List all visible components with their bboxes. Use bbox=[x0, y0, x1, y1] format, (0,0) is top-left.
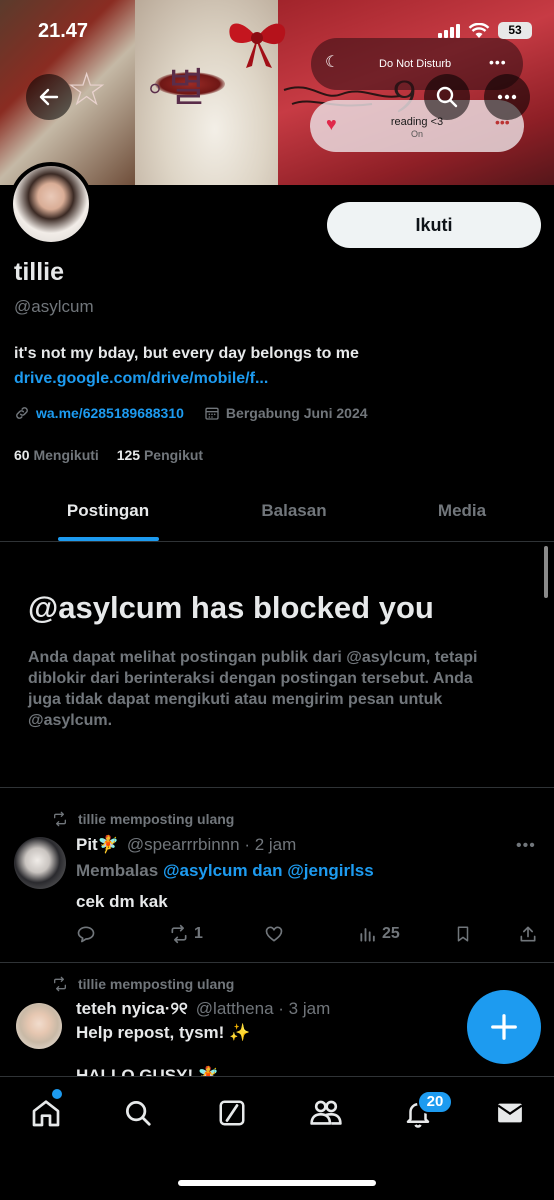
status-time: 21.47 bbox=[38, 20, 89, 42]
repost-button[interactable]: 1 bbox=[168, 924, 203, 944]
cellular-signal-icon bbox=[438, 23, 460, 38]
reply-icon bbox=[77, 926, 95, 943]
post-header: teteh nyica·୨୧ @latthena · 3 jam bbox=[76, 999, 330, 1019]
repost-indicator: tillie memposting ulang bbox=[52, 811, 234, 827]
focus-title: reading <3 bbox=[390, 116, 444, 128]
divider bbox=[0, 787, 554, 788]
mail-icon bbox=[497, 1103, 523, 1123]
repost-icon bbox=[54, 976, 66, 992]
share-icon bbox=[520, 926, 536, 942]
share-button[interactable] bbox=[518, 924, 538, 944]
scrollbar[interactable] bbox=[544, 546, 548, 598]
profile-handle: @asylcum bbox=[14, 297, 94, 316]
profile-bio: it's not my bday, but every day belongs … bbox=[14, 345, 359, 362]
link-icon bbox=[16, 407, 28, 419]
like-icon bbox=[265, 926, 283, 942]
post-avatar[interactable] bbox=[14, 837, 66, 889]
reply-mentions[interactable]: @asylcum dan @jengirlss bbox=[163, 861, 374, 880]
compose-icon bbox=[491, 1014, 517, 1040]
nav-communities[interactable] bbox=[306, 1093, 346, 1133]
profile-tabs: Postingan Balasan Media bbox=[0, 480, 554, 542]
search-button[interactable] bbox=[424, 74, 470, 120]
status-icons: 53 bbox=[438, 22, 532, 39]
reply-context: Membalas @asylcum dan @jengirlss bbox=[76, 861, 374, 880]
communities-icon bbox=[310, 1100, 342, 1125]
tab-media[interactable]: Media bbox=[382, 480, 542, 542]
tab-balasan[interactable]: Balasan bbox=[214, 480, 374, 542]
home-unread-dot bbox=[52, 1089, 62, 1099]
moon-icon: ☾ bbox=[325, 54, 340, 71]
search-icon bbox=[436, 86, 458, 108]
post-author-handle[interactable]: @spearrrbinnn · 2 jam bbox=[127, 835, 296, 855]
bio-link[interactable]: drive.google.com/drive/mobile/f... bbox=[14, 370, 268, 388]
star-icon: ☆ bbox=[66, 63, 108, 115]
bookmark-button[interactable] bbox=[454, 924, 472, 944]
bookmark-icon bbox=[457, 926, 469, 942]
post-more-icon[interactable]: ••• bbox=[516, 837, 536, 855]
website-link[interactable]: wa.me/6285189688310 bbox=[36, 405, 184, 421]
profile-name: tillie bbox=[14, 258, 65, 286]
more-icon bbox=[497, 94, 517, 100]
compose-button[interactable] bbox=[467, 990, 541, 1064]
dnd-more-icon: ••• bbox=[489, 54, 507, 70]
repost-count: 1 bbox=[194, 925, 203, 942]
ribbon-bow-icon bbox=[229, 23, 286, 68]
tab-postingan[interactable]: Postingan bbox=[28, 480, 188, 542]
search-icon bbox=[126, 1101, 151, 1126]
wifi-icon bbox=[468, 22, 490, 38]
more-options-button[interactable] bbox=[484, 74, 530, 120]
banner-korean-text: ◦별 bbox=[148, 66, 211, 110]
back-arrow-icon bbox=[39, 88, 59, 106]
views-icon bbox=[360, 928, 375, 942]
nav-search[interactable] bbox=[118, 1093, 158, 1133]
profile-avatar[interactable] bbox=[9, 162, 93, 246]
nav-messages[interactable] bbox=[490, 1093, 530, 1133]
grok-icon bbox=[219, 1100, 245, 1126]
post-author-name[interactable]: Pit🧚 bbox=[76, 835, 119, 855]
followers-link[interactable]: 125 Pengikut bbox=[117, 447, 217, 463]
home-indicator[interactable] bbox=[178, 1180, 376, 1186]
reply-button[interactable] bbox=[76, 924, 96, 944]
calendar-icon bbox=[205, 407, 219, 420]
joined-date: Bergabung Juni 2024 bbox=[225, 405, 368, 421]
post-author-handle[interactable]: @latthena · 3 jam bbox=[196, 999, 330, 1019]
like-button[interactable] bbox=[264, 924, 284, 944]
blocked-title: @asylcum has blocked you bbox=[28, 590, 434, 625]
repost-icon bbox=[171, 924, 187, 944]
follow-counts: 60 Mengikuti 125 Pengikut bbox=[14, 447, 217, 463]
views-button[interactable]: 25 bbox=[358, 924, 400, 944]
nav-grok[interactable] bbox=[212, 1093, 252, 1133]
post-text: cek dm kak bbox=[76, 892, 168, 911]
post-actions: 1 25 bbox=[76, 924, 538, 950]
post-header: Pit🧚 @spearrrbinnn · 2 jam bbox=[76, 835, 296, 855]
dnd-label: Do Not Disturb bbox=[379, 58, 452, 70]
blocked-description: Anda dapat melihat postingan publik dari… bbox=[28, 649, 478, 729]
home-icon bbox=[32, 1100, 60, 1127]
focus-subtitle: On bbox=[410, 129, 423, 139]
notifications-badge: 20 bbox=[417, 1090, 453, 1114]
profile-meta: wa.me/6285189688310 Bergabung Juni 2024 bbox=[14, 405, 368, 421]
battery-icon: 53 bbox=[498, 22, 532, 39]
divider bbox=[0, 962, 554, 963]
post-text: Help repost, tysm! ✨ bbox=[76, 1023, 251, 1042]
repost-indicator: tillie memposting ulang bbox=[52, 976, 234, 992]
follow-button[interactable]: Ikuti bbox=[327, 202, 541, 248]
views-count: 25 bbox=[382, 925, 400, 942]
post-author-name[interactable]: teteh nyica·୨୧ bbox=[76, 999, 188, 1019]
following-link[interactable]: 60 Mengikuti bbox=[14, 447, 113, 463]
nav-home[interactable] bbox=[26, 1093, 66, 1133]
active-tab-indicator bbox=[58, 537, 159, 541]
back-button[interactable] bbox=[26, 74, 72, 120]
post-avatar[interactable] bbox=[16, 1003, 62, 1049]
repost-icon bbox=[54, 811, 66, 827]
